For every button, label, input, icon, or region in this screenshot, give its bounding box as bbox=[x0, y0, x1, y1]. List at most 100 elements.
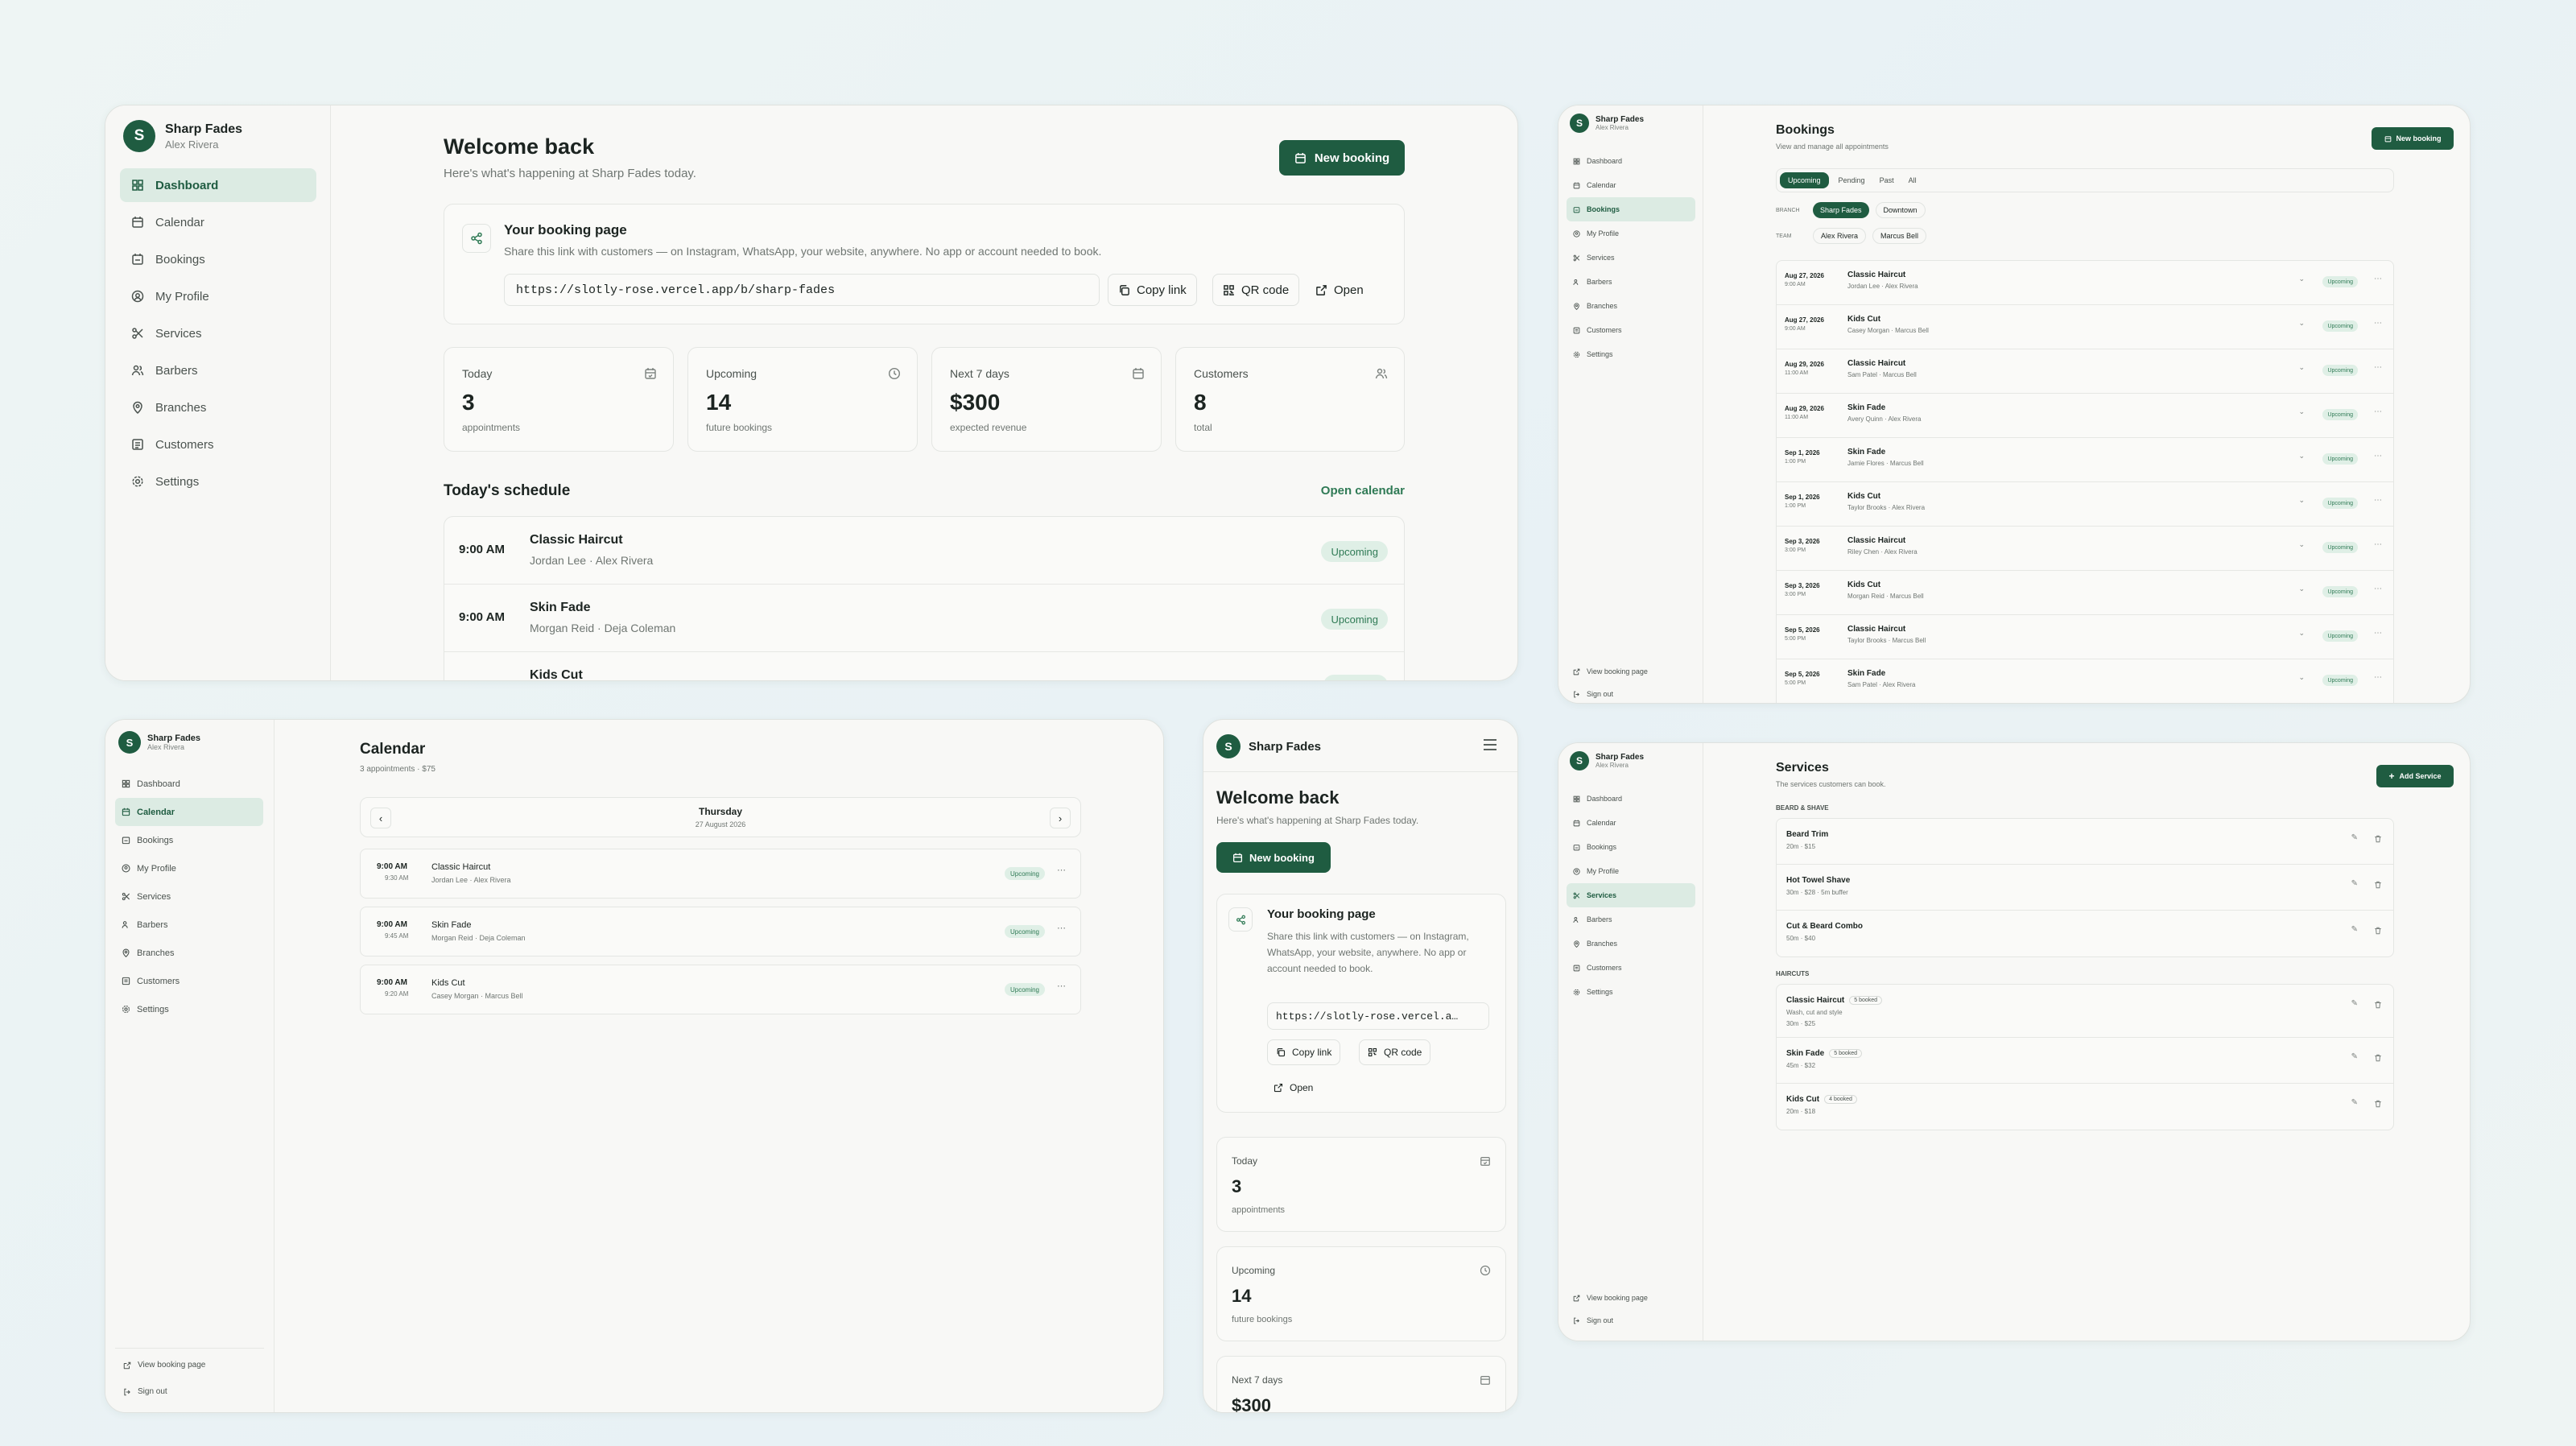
more-icon[interactable]: ⋯ bbox=[2374, 673, 2382, 682]
trash-icon[interactable] bbox=[2374, 1054, 2382, 1062]
service-row[interactable]: Classic Haircut 5 booked Wash, cut and s… bbox=[1777, 985, 2393, 1038]
nav-bookings[interactable]: Bookings bbox=[115, 826, 263, 854]
branch-sharp-fades[interactable]: Sharp Fades bbox=[1813, 202, 1869, 218]
view-booking-page-link[interactable]: View booking page bbox=[1573, 667, 1648, 675]
nav-services[interactable]: Services bbox=[115, 882, 263, 911]
trash-icon[interactable] bbox=[2374, 881, 2382, 889]
booking-url-field[interactable]: https://slotly-rose.vercel.a… bbox=[1267, 1002, 1489, 1030]
trash-icon[interactable] bbox=[2374, 927, 2382, 935]
sign-out-link[interactable]: Sign out bbox=[1573, 1316, 1613, 1324]
more-icon[interactable]: ⋯ bbox=[2374, 363, 2382, 372]
chevron-down-icon[interactable]: ⌄ bbox=[2298, 673, 2305, 682]
nav-customers[interactable]: Customers bbox=[1567, 956, 1695, 980]
view-booking-page-link[interactable]: View booking page bbox=[1573, 1294, 1648, 1302]
calendar-event[interactable]: 9:00 AM 9:45 AM Skin Fade Morgan Reid · … bbox=[360, 907, 1081, 956]
booking-row[interactable]: Sep 1, 2026 1:00 PM Skin Fade Jamie Flor… bbox=[1777, 438, 2393, 482]
new-booking-button[interactable]: New booking bbox=[2372, 127, 2454, 150]
nav-profile[interactable]: My Profile bbox=[1567, 859, 1695, 883]
tab-all[interactable]: All bbox=[1904, 172, 1922, 188]
tab-upcoming[interactable]: Upcoming bbox=[1780, 172, 1829, 188]
nav-branches[interactable]: Branches bbox=[115, 939, 263, 967]
nav-profile[interactable]: My Profile bbox=[115, 854, 263, 882]
chevron-down-icon[interactable]: ⌄ bbox=[2298, 407, 2305, 416]
team-alex[interactable]: Alex Rivera bbox=[1813, 228, 1867, 244]
sign-out-link[interactable]: Sign out bbox=[1573, 690, 1613, 698]
schedule-row[interactable]: 9:00 AM Classic Haircut Jordan Lee · Ale… bbox=[444, 517, 1404, 585]
sign-out-link[interactable]: Sign out bbox=[123, 1387, 167, 1396]
qr-code-button[interactable]: QR code bbox=[1212, 274, 1300, 306]
chevron-down-icon[interactable]: ⌄ bbox=[2298, 275, 2305, 283]
copy-link-button[interactable]: Copy link bbox=[1267, 1039, 1341, 1065]
booking-row[interactable]: Sep 5, 2026 5:00 PM Classic Haircut Tayl… bbox=[1777, 615, 2393, 659]
add-service-button[interactable]: + Add Service bbox=[2376, 765, 2454, 787]
nav-barbers[interactable]: Barbers bbox=[1567, 907, 1695, 932]
nav-bookings[interactable]: Bookings bbox=[1567, 835, 1695, 859]
calendar-event[interactable]: 9:00 AM 9:30 AM Classic Haircut Jordan L… bbox=[360, 849, 1081, 899]
open-link-button[interactable]: Open bbox=[1274, 1076, 1313, 1099]
nav-customers[interactable]: Customers bbox=[120, 428, 316, 461]
more-icon[interactable]: ⋯ bbox=[2374, 275, 2382, 283]
chevron-down-icon[interactable]: ⌄ bbox=[2298, 452, 2305, 461]
chevron-down-icon[interactable]: ⌄ bbox=[2298, 363, 2305, 372]
schedule-row[interactable]: 9:00 AM Skin Fade Morgan Reid · Deja Col… bbox=[444, 585, 1404, 652]
nav-bookings[interactable]: Bookings bbox=[1567, 197, 1695, 221]
nav-dashboard[interactable]: Dashboard bbox=[1567, 149, 1695, 173]
more-icon[interactable]: ⋯ bbox=[2374, 629, 2382, 638]
nav-services[interactable]: Services bbox=[1567, 883, 1695, 907]
edit-icon[interactable]: ✎ bbox=[2351, 925, 2358, 934]
nav-customers[interactable]: Customers bbox=[115, 967, 263, 995]
booking-row[interactable]: Aug 29, 2026 11:00 AM Classic Haircut Sa… bbox=[1777, 349, 2393, 394]
nav-dashboard[interactable]: Dashboard bbox=[120, 168, 316, 202]
service-row[interactable]: Skin Fade 5 booked 45m · $32 ✎ bbox=[1777, 1038, 2393, 1084]
booking-row[interactable]: Sep 5, 2026 5:00 PM Skin Fade Sam Patel … bbox=[1777, 659, 2393, 703]
nav-dashboard[interactable]: Dashboard bbox=[1567, 787, 1695, 811]
service-row[interactable]: Beard Trim 20m · $15 ✎ bbox=[1777, 819, 2393, 865]
nav-bookings[interactable]: Bookings bbox=[120, 242, 316, 276]
booking-row[interactable]: Sep 3, 2026 3:00 PM Classic Haircut Rile… bbox=[1777, 527, 2393, 571]
nav-barbers[interactable]: Barbers bbox=[115, 911, 263, 939]
nav-calendar[interactable]: Calendar bbox=[1567, 173, 1695, 197]
trash-icon[interactable] bbox=[2374, 1100, 2382, 1108]
qr-code-button[interactable]: QR code bbox=[1359, 1039, 1431, 1065]
nav-services[interactable]: Services bbox=[1567, 246, 1695, 270]
nav-barbers[interactable]: Barbers bbox=[1567, 270, 1695, 294]
edit-icon[interactable]: ✎ bbox=[2351, 1052, 2358, 1061]
nav-calendar[interactable]: Calendar bbox=[120, 205, 316, 239]
nav-customers[interactable]: Customers bbox=[1567, 318, 1695, 342]
more-icon[interactable]: ⋯ bbox=[1057, 865, 1066, 875]
nav-branches[interactable]: Branches bbox=[120, 390, 316, 424]
chevron-down-icon[interactable]: ⌄ bbox=[2298, 629, 2305, 638]
chevron-right-icon[interactable]: › bbox=[1050, 808, 1071, 828]
view-booking-page-link[interactable]: View booking page bbox=[123, 1361, 205, 1370]
menu-icon[interactable] bbox=[1484, 739, 1496, 750]
more-icon[interactable]: ⋯ bbox=[2374, 452, 2382, 461]
service-row[interactable]: Kids Cut 4 booked 20m · $18 ✎ bbox=[1777, 1084, 2393, 1130]
more-icon[interactable]: ⋯ bbox=[2374, 585, 2382, 593]
nav-settings[interactable]: Settings bbox=[115, 995, 263, 1023]
more-icon[interactable]: ⋯ bbox=[2374, 496, 2382, 505]
booking-row[interactable]: Aug 29, 2026 11:00 AM Skin Fade Avery Qu… bbox=[1777, 394, 2393, 438]
edit-icon[interactable]: ✎ bbox=[2351, 999, 2358, 1008]
nav-dashboard[interactable]: Dashboard bbox=[115, 770, 263, 798]
calendar-event[interactable]: 9:00 AM 9:20 AM Kids Cut Casey Morgan · … bbox=[360, 965, 1081, 1014]
more-icon[interactable]: ⋯ bbox=[1057, 981, 1066, 991]
booking-row[interactable]: Aug 27, 2026 9:00 AM Kids Cut Casey Morg… bbox=[1777, 305, 2393, 349]
open-link-button[interactable]: Open bbox=[1309, 274, 1370, 306]
branch-downtown[interactable]: Downtown bbox=[1875, 202, 1926, 218]
chevron-down-icon[interactable]: ⌄ bbox=[2298, 496, 2305, 505]
edit-icon[interactable]: ✎ bbox=[2351, 879, 2358, 888]
new-booking-button[interactable]: New booking bbox=[1216, 842, 1331, 873]
chevron-down-icon[interactable]: ⌄ bbox=[2298, 585, 2305, 593]
more-icon[interactable]: ⋯ bbox=[1057, 923, 1066, 933]
schedule-row[interactable]: Kids Cut bbox=[444, 652, 1404, 680]
more-icon[interactable]: ⋯ bbox=[2374, 407, 2382, 416]
edit-icon[interactable]: ✎ bbox=[2351, 1098, 2358, 1107]
copy-link-button[interactable]: Copy link bbox=[1108, 274, 1197, 306]
tab-past[interactable]: Past bbox=[1875, 172, 1899, 188]
more-icon[interactable]: ⋯ bbox=[2374, 319, 2382, 328]
new-booking-button[interactable]: New booking bbox=[1279, 140, 1405, 176]
trash-icon[interactable] bbox=[2374, 1001, 2382, 1009]
trash-icon[interactable] bbox=[2374, 835, 2382, 843]
service-row[interactable]: Cut & Beard Combo 50m · $40 ✎ bbox=[1777, 911, 2393, 956]
service-row[interactable]: Hot Towel Shave 30m · $28 · 5m buffer ✎ bbox=[1777, 865, 2393, 911]
